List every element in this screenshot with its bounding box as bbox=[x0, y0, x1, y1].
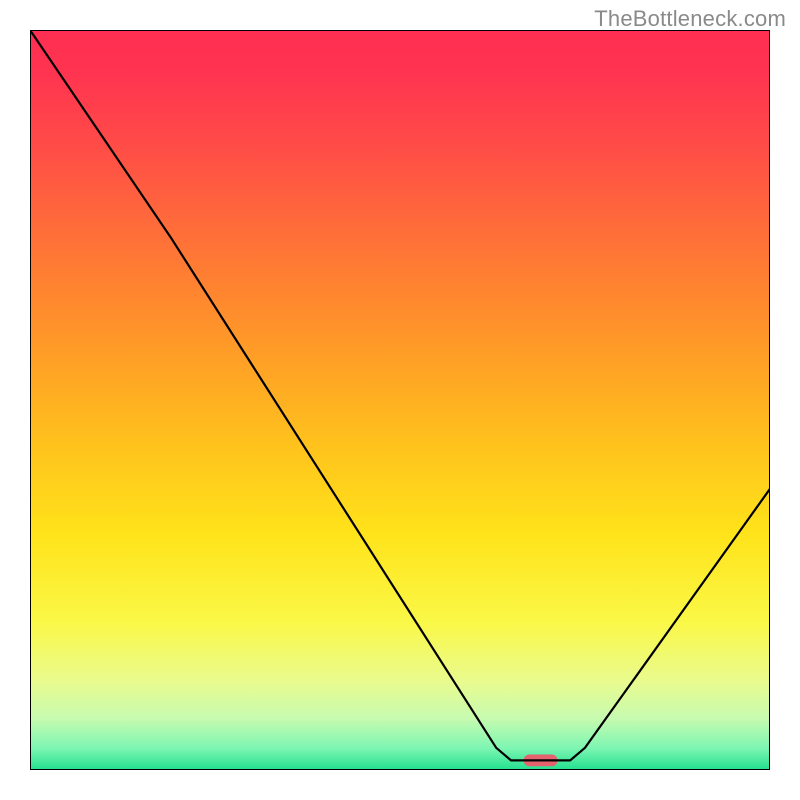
bottleneck-chart bbox=[30, 30, 770, 770]
watermark-text: TheBottleneck.com bbox=[594, 6, 786, 32]
chart-plot-area bbox=[30, 30, 770, 770]
chart-background-gradient bbox=[30, 30, 770, 770]
